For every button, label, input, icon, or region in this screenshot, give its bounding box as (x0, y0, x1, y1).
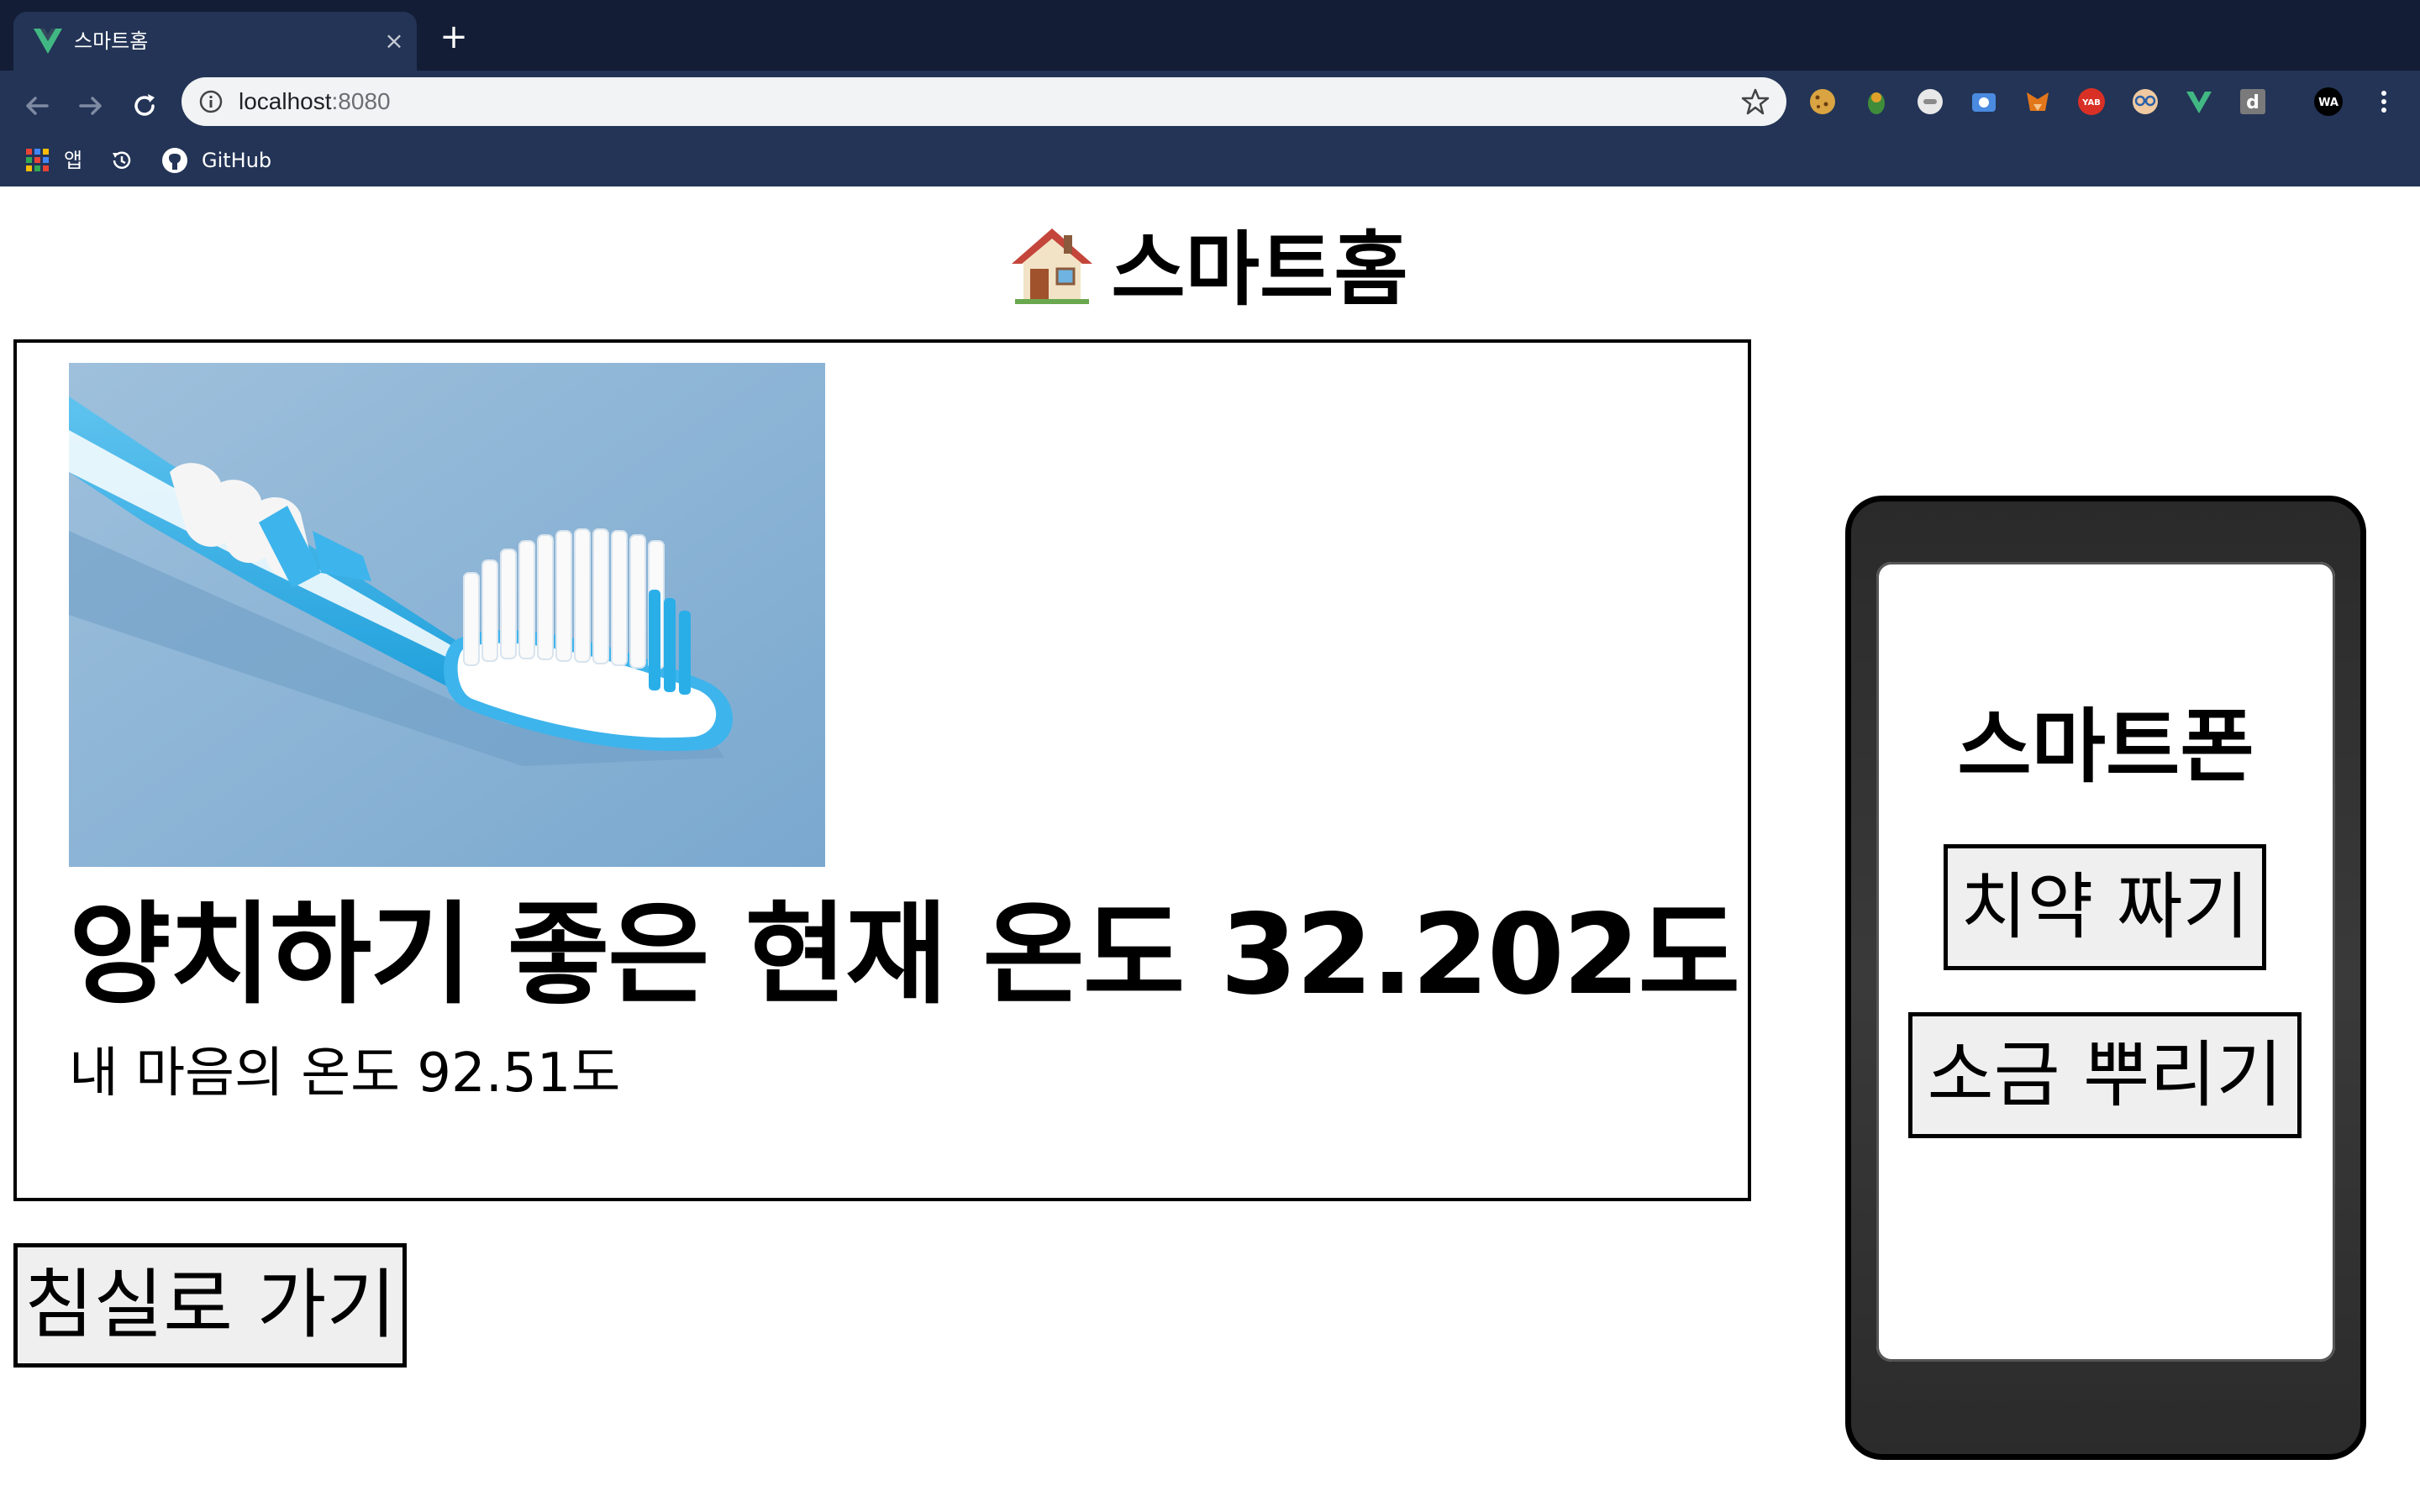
vue-devtools-icon[interactable] (2183, 86, 2215, 118)
leaf-extension-icon[interactable] (1860, 86, 1892, 118)
browser-chrome: 스마트홈 × + localhost:8080 YAB d WA 앱 GitHu… (0, 0, 2420, 186)
bookmark-star-icon[interactable] (1741, 87, 1770, 116)
bookmark-github[interactable]: GitHub (161, 146, 271, 175)
circle-extension-icon[interactable] (1914, 86, 1946, 118)
bookmark-apps[interactable]: 앱 (25, 146, 82, 175)
history-icon (113, 151, 131, 169)
camera-extension-icon[interactable] (1968, 86, 2000, 118)
tab-bar: 스마트홈 × + (0, 0, 2420, 71)
url-host: localhost (239, 88, 332, 114)
bookmark-apps-label: 앱 (64, 149, 83, 172)
github-icon (162, 148, 187, 173)
room-temperature-heading: 양치하기 좋은 현재 온도 32.202도 (69, 890, 1740, 1020)
back-arrow-icon[interactable] (18, 87, 55, 124)
yab-label: YAB (2081, 98, 2101, 108)
url-port: :8080 (331, 88, 391, 114)
forward-arrow-icon[interactable] (72, 87, 109, 124)
vue-favicon-icon (34, 29, 62, 54)
page-content: 스마트홈 양치하기 좋은 현재 온도 32.202도 내 마음의 온도 92.5… (0, 186, 2420, 1512)
page-title: 스마트홈 (0, 223, 2420, 316)
smartphone: 스마트폰 치약 짜기 소금 뿌리기 (1845, 496, 2366, 1460)
glasses-extension-icon[interactable] (2129, 86, 2161, 118)
menu-kebab-icon[interactable] (2368, 86, 2400, 118)
bookmark-history[interactable] (109, 146, 134, 175)
page-title-text: 스마트홈 (1111, 223, 1408, 317)
bookmark-github-label: GitHub (202, 149, 272, 172)
heart-temperature-text: 내 마음의 온도 92.51도 (69, 1042, 621, 1105)
sprinkle-salt-button[interactable]: 소금 뿌리기 (1908, 1012, 2302, 1138)
site-info-icon[interactable] (198, 89, 224, 114)
room-panel: 양치하기 좋은 현재 온도 32.202도 내 마음의 온도 92.51도 (13, 339, 1751, 1201)
fox-extension-icon[interactable] (2022, 86, 2054, 118)
wa-extension-icon[interactable]: WA (2312, 86, 2344, 118)
go-to-bedroom-button[interactable]: 침실로 가기 (13, 1243, 407, 1368)
d-label: d (2246, 92, 2260, 113)
tab-title: 스마트홈 (74, 29, 149, 53)
tab-smarthome[interactable]: 스마트홈 × (13, 12, 417, 71)
url-text[interactable]: localhost:8080 (239, 87, 391, 116)
smartphone-title: 스마트폰 (1957, 700, 2254, 794)
squeeze-toothpaste-button[interactable]: 치약 짜기 (1944, 844, 2266, 970)
wa-label: WA (2318, 97, 2338, 109)
cookie-icon[interactable] (1807, 86, 1839, 118)
new-tab-button[interactable]: + (437, 20, 471, 55)
yab-extension-icon[interactable]: YAB (2075, 86, 2107, 118)
reload-icon[interactable] (126, 87, 163, 124)
apps-grid-icon (26, 149, 49, 171)
house-icon (1012, 228, 1093, 304)
toothbrush-image (69, 363, 825, 867)
address-bar[interactable]: localhost:8080 (182, 77, 1786, 126)
tab-close-icon[interactable]: × (380, 27, 408, 55)
d-extension-icon[interactable]: d (2237, 86, 2269, 118)
smartphone-screen: 스마트폰 치약 짜기 소금 뿌리기 (1876, 562, 2335, 1362)
bookmarks-bar: 앱 GitHub (0, 136, 2420, 183)
toolbar: localhost:8080 YAB d WA 앱 GitHub (0, 71, 2420, 186)
